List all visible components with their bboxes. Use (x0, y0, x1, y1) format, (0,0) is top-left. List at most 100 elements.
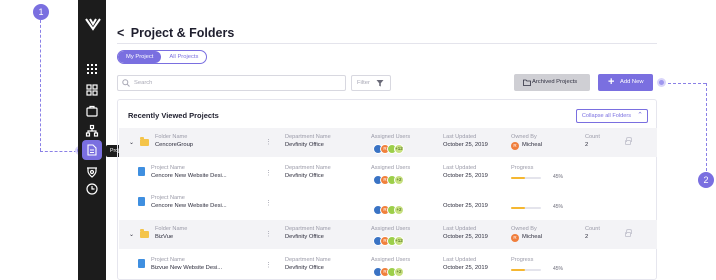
folder-row-cencoregroup[interactable]: ⌄ Folder Name CencoreGroup ⋮ Department … (119, 128, 657, 157)
filter-label: Filter (357, 80, 370, 86)
last-updated-value: October 25, 2019 (443, 142, 488, 148)
document-icon (138, 197, 145, 206)
folder-icon (140, 137, 149, 146)
progress-bar-fill (511, 207, 525, 209)
document-icon (138, 259, 145, 268)
title-divider (117, 43, 657, 44)
progress-bar (511, 177, 541, 179)
back-button[interactable]: < (117, 26, 124, 40)
last-updated-value: October 25, 2019 (443, 234, 488, 240)
recent-projects-panel: Recently Viewed Projects Collapse all Fo… (117, 99, 657, 280)
folder-row-bizvue[interactable]: ⌄ Folder Name BizVue ⋮ Department Name D… (119, 220, 657, 249)
kebab-icon[interactable]: ⋮ (265, 262, 272, 269)
count-value: 2 (585, 234, 589, 240)
kebab-icon[interactable]: ⋮ (265, 139, 272, 146)
search-input[interactable]: Search (117, 75, 346, 91)
project-name-label: Project Name (151, 257, 185, 263)
project-name: Cencore New Website Desi... (151, 203, 227, 209)
assigned-users-label: Assigned Users (371, 226, 411, 232)
avatar-more-count: +2 (394, 205, 404, 215)
annotation-marker-1: 1 (33, 4, 49, 20)
tab-all-projects[interactable]: All Projects (161, 51, 206, 63)
project-name-label: Project Name (151, 165, 185, 171)
owner-name: Micheal (522, 234, 542, 240)
document-icon (138, 167, 145, 176)
lock-icon[interactable] (625, 229, 632, 237)
department-label: Department Name (285, 165, 331, 171)
annotation-marker-2: 2 (698, 172, 714, 188)
assigned-users-avatars[interactable]: R +2 (373, 205, 404, 215)
chevron-up-icon: ⌃ (637, 112, 643, 119)
briefcase-icon[interactable] (85, 104, 99, 118)
annotation-line-2-horizontal (668, 83, 706, 84)
filter-dropdown[interactable]: Filter (351, 75, 391, 91)
search-placeholder: Search (134, 80, 153, 86)
chevron-down-icon[interactable]: ⌄ (129, 139, 134, 146)
kebab-icon[interactable]: ⋮ (265, 200, 272, 207)
lock-icon[interactable] (625, 137, 632, 145)
folder-name: CencoreGroup (155, 142, 194, 148)
dashboard-icon[interactable] (85, 83, 99, 97)
last-updated-value: October 25, 2019 (443, 173, 488, 179)
count-label: Count (585, 134, 600, 140)
assigned-users-label: Assigned Users (371, 165, 411, 171)
archive-folder-icon (523, 79, 531, 86)
department-label: Department Name (285, 134, 331, 140)
progress-percent: 45% (553, 174, 564, 180)
count-value: 2 (585, 142, 589, 148)
archived-projects-label: Archived Projects (532, 79, 578, 85)
badge-icon[interactable] (85, 165, 99, 179)
assigned-users-avatars[interactable]: R +12 (373, 236, 404, 246)
owned-by-label: Owned By (511, 134, 537, 140)
count-label: Count (585, 226, 600, 232)
progress-bar (511, 269, 541, 271)
add-new-button[interactable]: + Add New (598, 74, 653, 91)
department-value: Devfinity Office (285, 265, 324, 271)
assigned-users-avatars[interactable]: R +12 (373, 144, 404, 154)
owner-avatar: R (511, 234, 519, 242)
folder-name-label: Folder Name (155, 226, 188, 232)
page-title: < Project & Folders (117, 26, 234, 40)
progress-label: Progress (511, 257, 534, 263)
archived-projects-button[interactable]: Archived Projects (514, 74, 590, 91)
folder-icon (140, 229, 149, 238)
chevron-down-icon[interactable]: ⌄ (129, 231, 134, 238)
kebab-icon[interactable]: ⋮ (265, 231, 272, 238)
filter-icon (376, 80, 384, 87)
owned-by-label: Owned By (511, 226, 537, 232)
assigned-users-label: Assigned Users (371, 134, 411, 140)
kebab-icon[interactable]: ⋮ (265, 170, 272, 177)
assigned-users-avatars[interactable]: R +2 (373, 175, 404, 185)
avatar-more-count: +2 (394, 267, 404, 277)
project-row[interactable]: Project Name Cencore New Website Desi...… (119, 189, 657, 218)
clock-icon[interactable] (85, 182, 99, 196)
project-row[interactable]: Project Name Bizvue New Website Desi... … (119, 251, 657, 280)
department-label: Department Name (285, 257, 331, 263)
grid-icon[interactable] (85, 62, 99, 76)
avatar-more-count: +12 (394, 236, 404, 246)
panel-title: Recently Viewed Projects (128, 111, 219, 120)
last-updated-label: Last Updated (443, 165, 477, 171)
department-value: Devfinity Office (285, 234, 324, 240)
hierarchy-icon[interactable] (85, 124, 99, 138)
annotation-line-2-vertical (706, 83, 707, 171)
sidebar-item-projects-active[interactable] (82, 140, 102, 160)
progress-bar (511, 207, 541, 209)
folder-name: BizVue (155, 234, 174, 240)
folder-name-label: Folder Name (155, 134, 188, 140)
collapse-all-folders-button[interactable]: Collapse all Folders ⌃ (575, 109, 648, 123)
project-name: Bizvue New Website Desi... (151, 265, 223, 271)
logo-icon[interactable] (85, 17, 101, 31)
last-updated-label: Last Updated (443, 257, 477, 263)
progress-bar-fill (511, 177, 525, 179)
project-name-label: Project Name (151, 195, 185, 201)
progress-percent: 45% (553, 266, 564, 272)
tab-my-project[interactable]: My Project (118, 51, 162, 63)
department-value: Devfinity Office (285, 142, 324, 148)
progress-bar-fill (511, 269, 525, 271)
project-row[interactable]: Project Name Cencore New Website Desi...… (119, 159, 657, 188)
avatar-more-count: +12 (394, 144, 404, 154)
department-label: Department Name (285, 226, 331, 232)
project-tabs: My Project All Projects (117, 50, 208, 64)
assigned-users-avatars[interactable]: R +2 (373, 267, 404, 277)
